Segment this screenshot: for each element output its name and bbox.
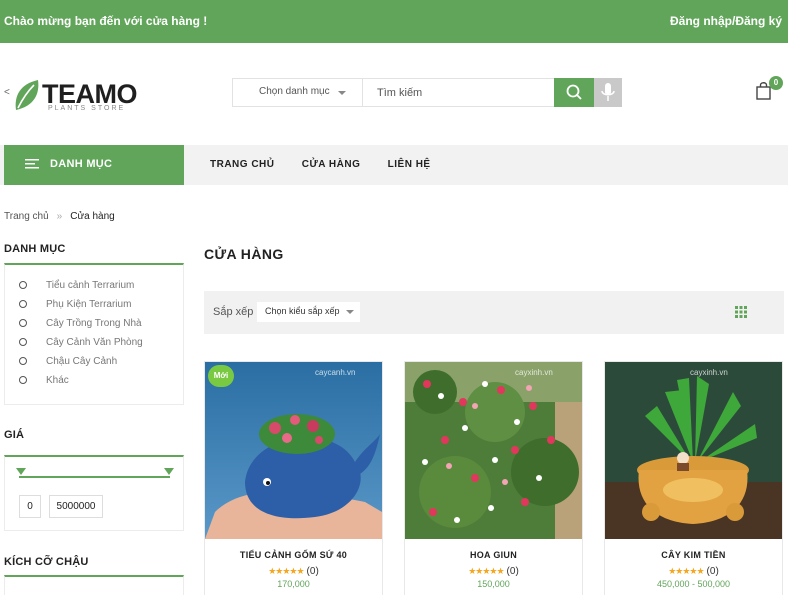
category-item-label: Cây Cảnh Văn Phòng [46, 337, 143, 348]
voice-search-button[interactable] [594, 78, 622, 107]
product-card[interactable]: cayxinh.vn HOA GIUN ★★★★★ (0) 150,000 [404, 361, 583, 595]
product-image[interactable] [405, 362, 582, 539]
sort-select-value: Chọn kiểu sắp xếp [265, 306, 340, 316]
product-rating: ★★★★★ (0) [405, 566, 582, 577]
grid-view-icon[interactable] [735, 306, 747, 318]
search-button[interactable] [554, 78, 594, 107]
page-title: CỬA HÀNG [204, 246, 284, 262]
price-max-handle[interactable] [164, 468, 174, 475]
product-price: 150,000 [477, 579, 510, 589]
product-card[interactable]: Mới caycanh.vn TIỂU CẢNH GỐM SỨ 40 ★★★★★… [204, 361, 383, 595]
radio-icon [19, 338, 27, 346]
category-item-label: Chậu Cây Cảnh [46, 356, 118, 367]
category-item-label: Tiểu cảnh Terrarium [46, 280, 135, 291]
price-min-handle[interactable] [16, 468, 26, 475]
rating-count: (0) [506, 566, 519, 577]
product-name[interactable]: CÂY KIM TIỀN [605, 550, 782, 560]
product-name[interactable]: TIỂU CẢNH GỐM SỨ 40 [205, 550, 382, 560]
main-navigation: DANH MỤC TRANG CHỦ CỬA HÀNG LIÊN HỆ [0, 145, 788, 185]
price-range-track[interactable] [19, 476, 170, 478]
product-image-flowers [405, 362, 582, 539]
pot-size-filter [4, 575, 184, 595]
top-bar: Chào mừng bạn đến với cửa hàng ! Đăng nh… [0, 0, 788, 43]
hamburger-icon [25, 159, 39, 169]
breadcrumb-current: Cửa hàng [70, 211, 115, 222]
star-rating-icon: ★★★★★ [668, 566, 704, 576]
category-menu-button[interactable]: DANH MỤC [4, 145, 184, 185]
chevron-down-icon [338, 91, 346, 95]
category-item-label: Khác [46, 375, 69, 386]
breadcrumb-home[interactable]: Trang chủ [4, 211, 49, 222]
header: < TEAMO PLANTS STORE Chọn danh mục Tìm k… [0, 43, 788, 145]
radio-icon [19, 300, 27, 308]
radio-icon [19, 281, 27, 289]
search-icon [566, 84, 582, 100]
nav-item-shop[interactable]: CỬA HÀNG [302, 159, 361, 170]
nav-menu: TRANG CHỦ CỬA HÀNG LIÊN HỆ [210, 159, 455, 170]
new-badge: Mới [208, 365, 234, 387]
product-rating: ★★★★★ (0) [205, 566, 382, 577]
star-rating-icon: ★★★★★ [468, 566, 504, 576]
category-item[interactable]: Cây Cảnh Văn Phòng [19, 337, 143, 348]
image-watermark: cayxinh.vn [515, 368, 553, 377]
search-bar: Chọn danh mục [232, 78, 622, 107]
rating-count: (0) [306, 566, 319, 577]
category-list: Tiểu cảnh Terrarium Phụ Kiện Terrarium C… [4, 263, 184, 405]
welcome-text: Chào mừng bạn đến với cửa hàng ! [4, 14, 208, 28]
logo[interactable]: < TEAMO PLANTS STORE [4, 76, 138, 116]
category-select-label: Chọn danh mục [259, 86, 330, 97]
category-item[interactable]: Phụ Kiện Terrarium [19, 299, 131, 310]
product-image-money-tree [605, 362, 782, 539]
breadcrumb-separator: » [56, 211, 63, 222]
sort-toolbar: Sắp xếp Chọn kiểu sắp xếp [204, 291, 784, 334]
star-rating-icon: ★★★★★ [268, 566, 304, 576]
product-name[interactable]: HOA GIUN [405, 550, 582, 560]
breadcrumb: Trang chủ » Cửa hàng [4, 211, 115, 222]
sort-label: Sắp xếp [213, 306, 254, 318]
pot-size-title: KÍCH CỠ CHẬU [4, 556, 89, 568]
categories-title: DANH MỤC [4, 243, 66, 255]
category-item[interactable]: Khác [19, 375, 69, 386]
category-item-label: Phụ Kiện Terrarium [46, 299, 132, 310]
login-register-link[interactable]: Đăng nhập/Đăng ký [670, 14, 782, 28]
product-image[interactable] [605, 362, 782, 539]
product-image[interactable] [205, 362, 382, 539]
product-price: 170,000 [277, 579, 310, 589]
nav-item-home[interactable]: TRANG CHỦ [210, 159, 275, 170]
image-watermark: cayxinh.vn [690, 368, 728, 377]
rating-count: (0) [706, 566, 719, 577]
category-item[interactable]: Cây Trồng Trong Nhà [19, 318, 142, 329]
product-price: 450,000 - 500,000 [656, 579, 731, 589]
image-watermark: caycanh.vn [315, 368, 356, 377]
radio-icon [19, 376, 27, 384]
category-item[interactable]: Tiểu cảnh Terrarium [19, 280, 134, 291]
logo-prefix: < [4, 87, 10, 98]
radio-icon [19, 357, 27, 365]
price-filter [4, 455, 184, 531]
product-image-terrarium [205, 362, 382, 539]
category-item[interactable]: Chậu Cây Cảnh [19, 356, 117, 367]
cart-count-badge: 0 [769, 76, 783, 90]
microphone-icon [601, 83, 615, 101]
category-menu-label: DANH MỤC [50, 158, 113, 170]
category-item-label: Cây Trồng Trong Nhà [46, 318, 142, 329]
nav-item-contact[interactable]: LIÊN HỆ [388, 159, 431, 170]
category-select[interactable]: Chọn danh mục [233, 79, 363, 106]
product-card[interactable]: cayxinh.vn CÂY KIM TIỀN ★★★★★ (0) 450,000… [604, 361, 783, 595]
sort-select[interactable]: Chọn kiểu sắp xếp [257, 302, 360, 322]
product-rating: ★★★★★ (0) [605, 566, 782, 577]
leaf-icon [15, 80, 39, 110]
radio-icon [19, 319, 27, 327]
brand-tagline: PLANTS STORE [48, 105, 126, 112]
cart-button[interactable]: 0 [755, 76, 785, 105]
search-input[interactable] [364, 79, 554, 106]
chevron-down-icon [346, 310, 354, 314]
price-title: GIÁ [4, 429, 25, 441]
price-min-input[interactable] [19, 495, 41, 518]
price-max-input[interactable] [49, 495, 103, 518]
